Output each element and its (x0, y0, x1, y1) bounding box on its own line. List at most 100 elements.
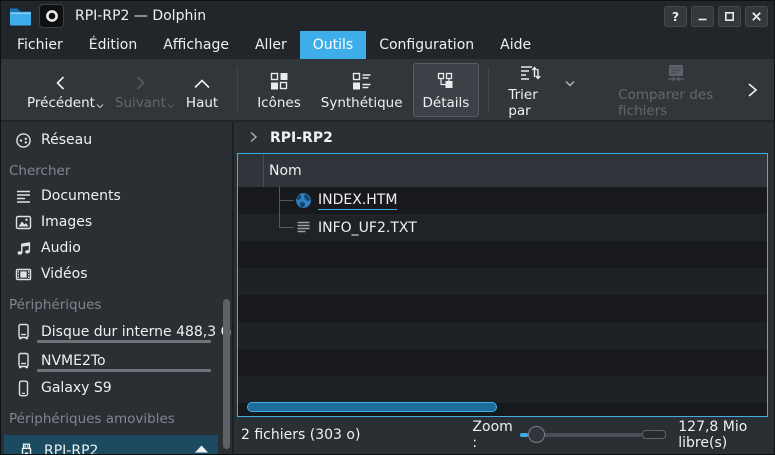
details-view-label: Détails (423, 95, 470, 111)
capacity-bar (642, 430, 666, 439)
hard-drive-icon (14, 323, 32, 340)
statusbar: 2 fichiers (303 o) Zoom : 127,8 Mio libr… (234, 417, 774, 454)
back-button[interactable]: Précédent (17, 63, 105, 117)
sidebar-item-galaxy-s9[interactable]: Galaxy S9 (1, 375, 232, 401)
sort-by-label: Trier par (508, 87, 552, 119)
places-panel: Réseau Chercher Documents Images (1, 122, 234, 454)
tree-branch-line (279, 200, 294, 201)
sidebar-item-images[interactable]: Images (1, 209, 232, 235)
sort-by-button[interactable]: Trier par (498, 55, 562, 125)
window-title: RPI-RP2 — Dolphin (75, 8, 206, 24)
file-row-index-htm[interactable]: INDEX.HTM (238, 187, 767, 214)
icons-view-button[interactable]: Icônes (247, 63, 311, 117)
phone-icon (14, 380, 32, 397)
menu-configuration[interactable]: Configuration (366, 31, 487, 59)
menu-aller[interactable]: Aller (242, 31, 300, 59)
hard-drive-icon (14, 352, 32, 369)
zoom-control: Zoom : (472, 419, 641, 451)
up-label: Haut (186, 95, 218, 111)
sidebar-item-label: Vidéos (41, 266, 88, 282)
content-column: RPI-RP2 Nom (234, 122, 774, 454)
minimize-button[interactable] (691, 6, 714, 27)
document-lines-icon (14, 188, 32, 205)
menu-outils[interactable]: Outils (300, 31, 366, 59)
sidebar-item-videos[interactable]: Vidéos (1, 261, 232, 287)
file-view[interactable]: Nom INDEX.HTM (237, 153, 768, 417)
sidebar-item-nvme[interactable]: NVME2To (1, 346, 232, 375)
menu-fichier[interactable]: Fichier (4, 31, 76, 59)
up-button[interactable]: Haut (176, 63, 228, 117)
compact-view-button[interactable]: Synthétique (311, 63, 413, 117)
sidebar-item-label: Disque dur interne 488,3 G… (41, 324, 232, 340)
chevron-up-icon (192, 69, 212, 91)
forward-button[interactable]: Suivant (105, 63, 176, 117)
toolbar-separator (237, 67, 238, 113)
tree-branch-line (279, 214, 280, 228)
file-name[interactable]: INFO_UF2.TXT (318, 220, 417, 236)
toolbar-overflow-chevron-icon[interactable] (744, 81, 760, 99)
sidebar-item-label: NVME2To (41, 353, 106, 369)
sort-icon (519, 61, 541, 83)
compact-view-label: Synthétique (321, 95, 403, 111)
titlebar[interactable]: RPI-RP2 — Dolphin ? (1, 1, 774, 31)
tree-branch-line (279, 227, 294, 228)
compare-files-label: Comparer des fichiers (618, 87, 734, 119)
section-chercher: Chercher (1, 159, 232, 183)
help-button[interactable]: ? (664, 6, 687, 27)
caret-down-icon (96, 97, 104, 113)
file-name[interactable]: INDEX.HTM (318, 192, 397, 210)
sidebar-item-label: Galaxy S9 (41, 380, 112, 396)
eject-icon[interactable] (193, 444, 210, 455)
compare-files-button[interactable]: Comparer des fichiers (608, 55, 744, 125)
sidebar-item-audio[interactable]: Audio (1, 235, 232, 261)
toolbar-separator (488, 67, 489, 113)
image-icon (14, 214, 32, 231)
section-peripheriques: Périphériques (1, 293, 232, 317)
zoom-slider-handle[interactable] (528, 426, 545, 443)
menu-affichage[interactable]: Affichage (150, 31, 242, 59)
sidebar-item-documents[interactable]: Documents (1, 183, 232, 209)
disk-usage-bar (37, 369, 211, 372)
sidebar-item-network[interactable]: Réseau (1, 127, 232, 153)
sidebar-item-label: Audio (41, 240, 81, 256)
usb-drive-icon (17, 443, 35, 455)
breadcrumb: RPI-RP2 (234, 122, 774, 153)
breadcrumb-location[interactable]: RPI-RP2 (270, 130, 333, 146)
details-view-icon (436, 69, 456, 91)
compact-view-icon (351, 69, 372, 91)
sidebar-item-internal-disk[interactable]: Disque dur interne 488,3 G… (1, 317, 232, 346)
horizontal-scrollbar[interactable] (247, 402, 497, 412)
chevron-left-icon (52, 69, 70, 91)
icons-view-label: Icônes (257, 95, 301, 111)
menu-edition[interactable]: Édition (76, 31, 150, 59)
globe-icon (295, 192, 312, 209)
folder-app-icon (9, 6, 32, 26)
sidebar-item-label: RPI-RP2 (44, 443, 98, 455)
text-file-icon (295, 219, 312, 236)
chevron-right-icon (131, 69, 149, 91)
back-label: Précédent (27, 95, 95, 111)
dolphin-badge-icon[interactable] (39, 4, 64, 28)
sidebar-scrollbar[interactable] (223, 299, 230, 449)
sidebar-item-rpi-rp2[interactable]: RPI-RP2 (4, 435, 218, 455)
file-view-empty-area[interactable] (238, 241, 767, 416)
free-space-label: 127,8 Mio libre(s) (678, 419, 767, 451)
dolphin-window: RPI-RP2 — Dolphin ? Fichier Édition Affi… (0, 0, 775, 455)
icons-view-icon (269, 69, 289, 91)
sidebar-item-label: Documents (41, 188, 121, 204)
maximize-button[interactable] (718, 6, 741, 27)
zoom-label: Zoom : (472, 419, 512, 451)
caret-down-icon[interactable] (564, 73, 576, 92)
items-summary: 2 fichiers (303 o) (241, 427, 360, 443)
breadcrumb-chevron-icon[interactable] (247, 128, 259, 147)
disk-usage-bar (37, 340, 211, 343)
details-view-button[interactable]: Détails (413, 63, 480, 117)
zoom-slider[interactable] (520, 426, 642, 444)
film-icon (14, 266, 32, 283)
compare-files-icon (664, 61, 688, 83)
column-header[interactable]: Nom (238, 154, 767, 187)
file-row-info-uf2-txt[interactable]: INFO_UF2.TXT (238, 214, 767, 241)
close-button[interactable] (745, 6, 768, 27)
caret-down-icon (167, 97, 175, 113)
column-header-label: Nom (269, 163, 302, 179)
